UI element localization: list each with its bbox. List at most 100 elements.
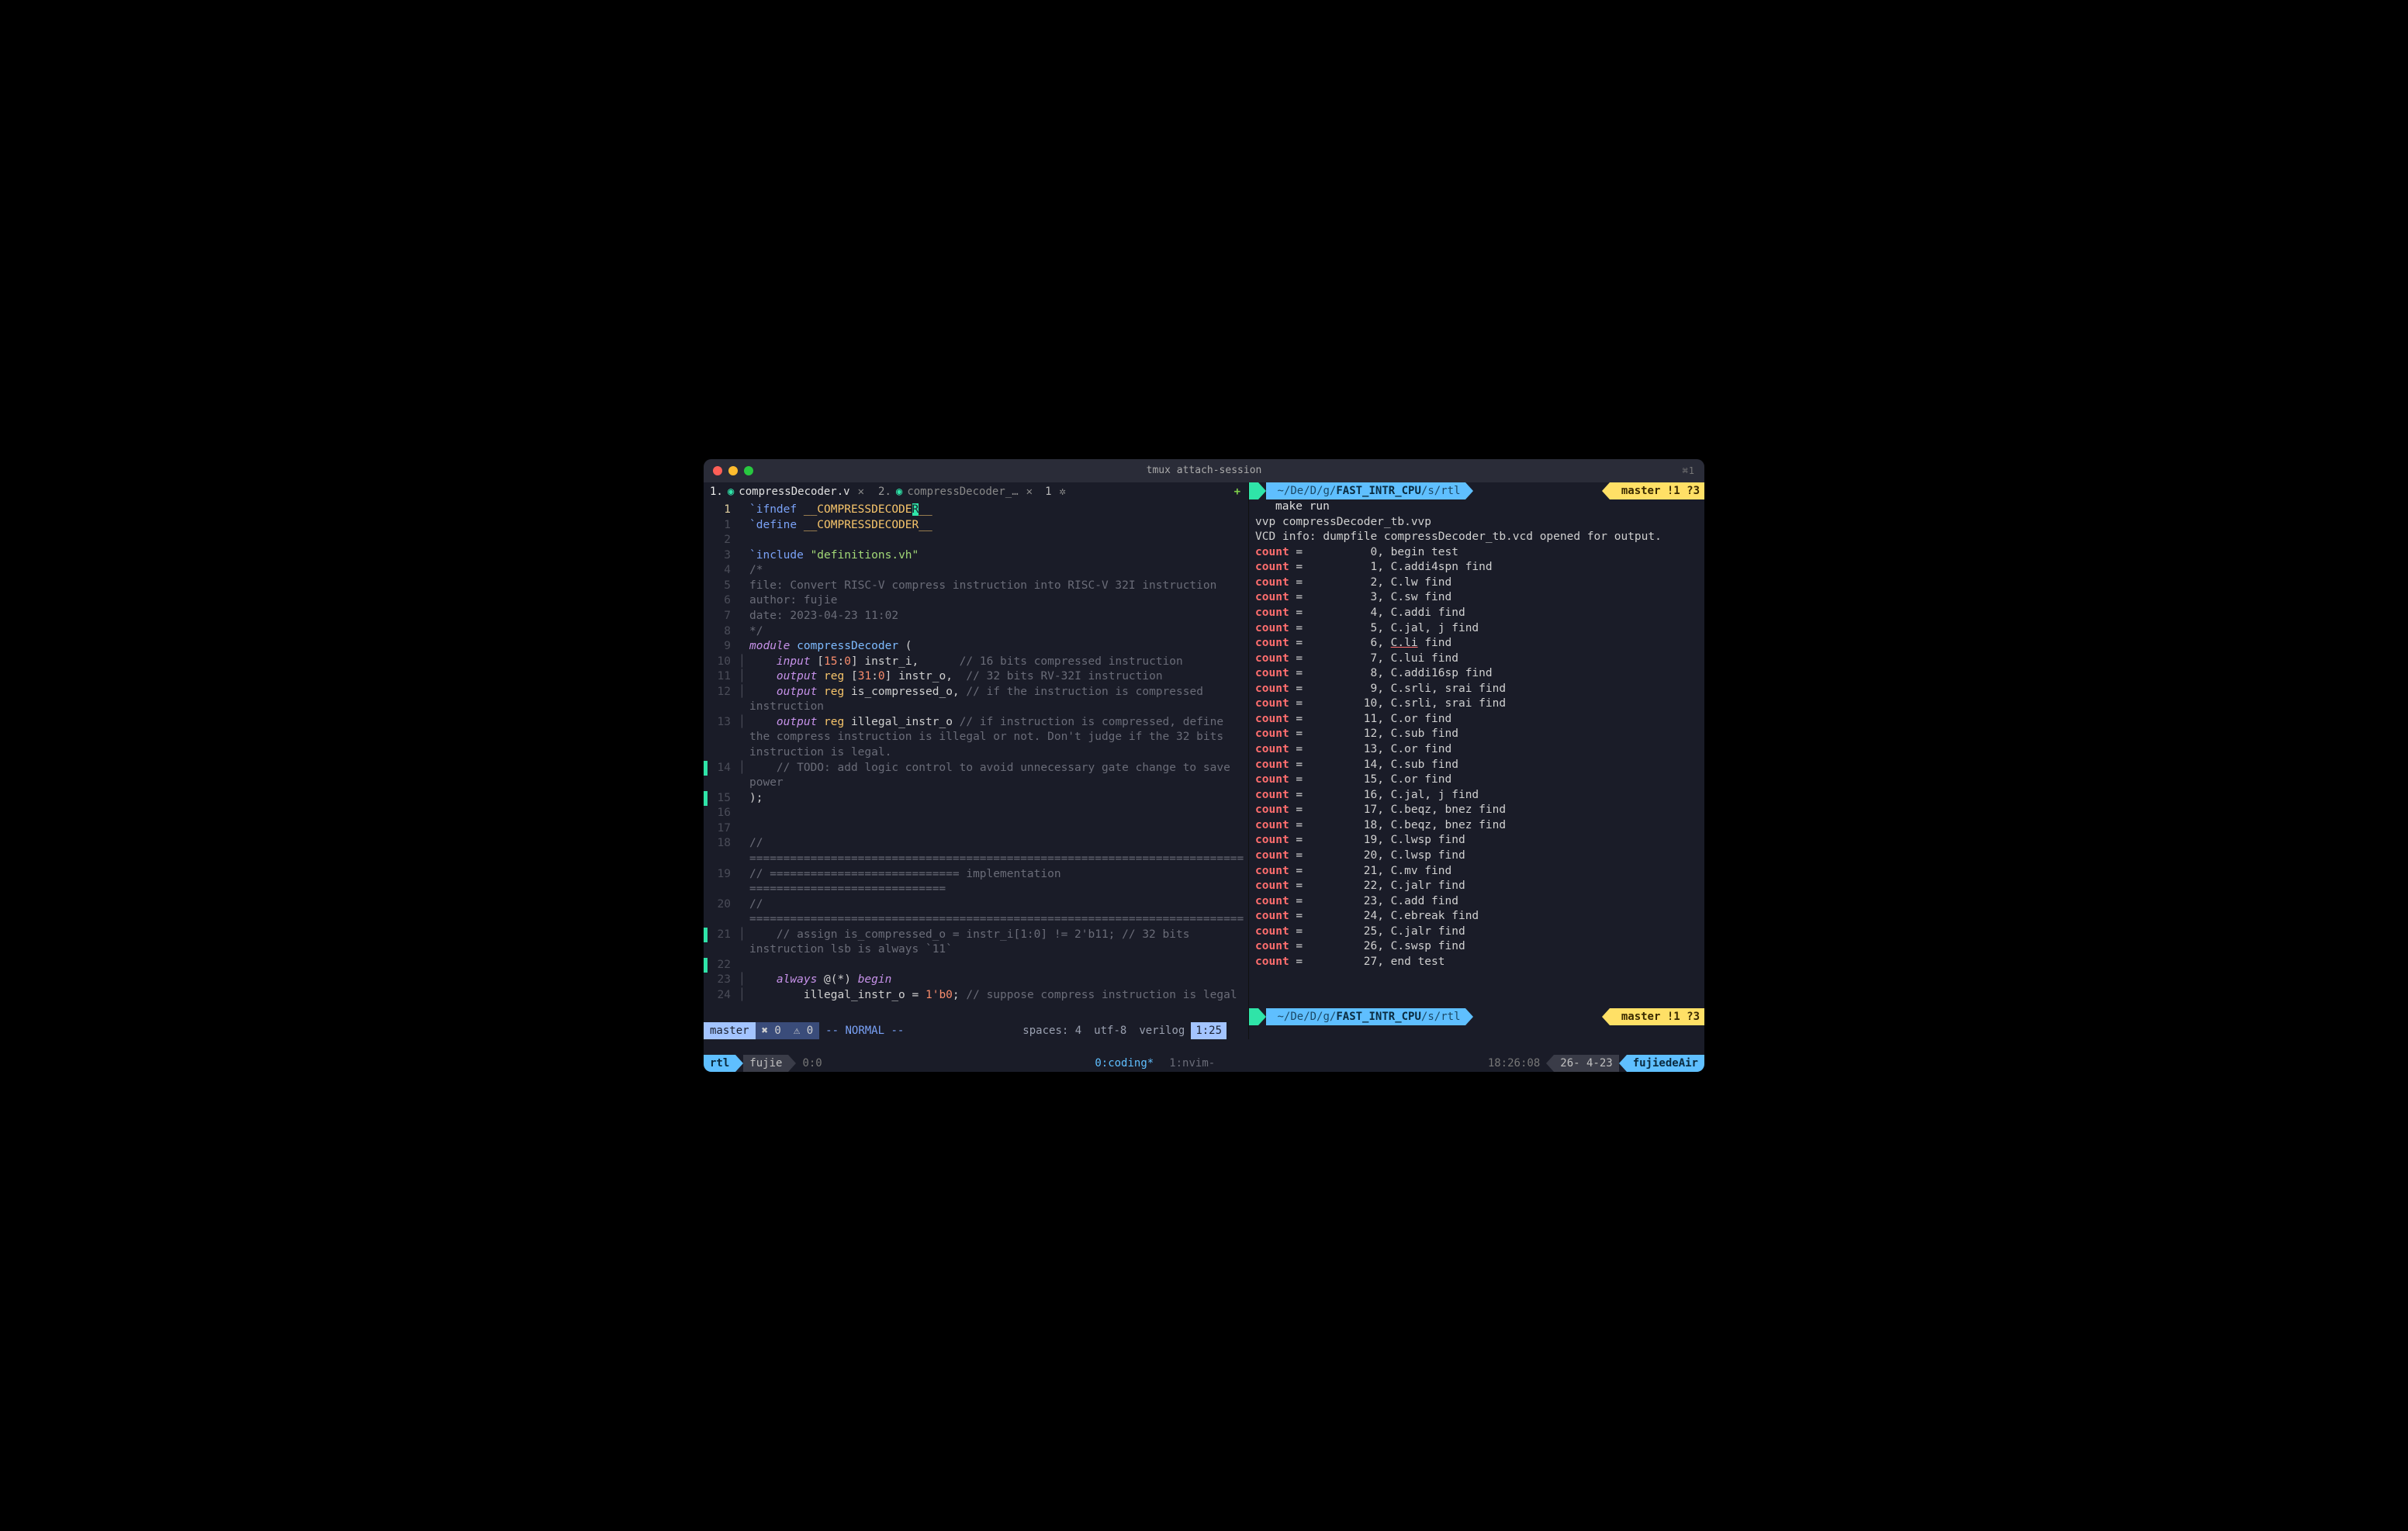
cursor-position: 1:25 [1191, 1022, 1226, 1039]
line-number [708, 776, 739, 791]
tmux-user: fujie [743, 1055, 788, 1072]
line-number [708, 852, 739, 867]
editor-line[interactable]: instruction [704, 700, 1248, 715]
code-text: module compressDecoder ( [749, 639, 1248, 655]
terminal-line: count = 5, C.jal, j find [1255, 621, 1700, 637]
editor-body[interactable]: 1`ifndef __COMPRESSDECODER__1`define __C… [704, 501, 1248, 1022]
editor-line[interactable]: 10│ input [15:0] instr_i, // 16 bits com… [704, 655, 1248, 670]
editor-line[interactable]: 6author: fujie [704, 593, 1248, 609]
editor-line[interactable]: 9 module compressDecoder ( [704, 639, 1248, 655]
editor-line[interactable]: 20// [704, 897, 1248, 913]
new-tab-icon[interactable]: + [1226, 482, 1248, 501]
editor-line[interactable]: 5file: Convert RISC-V compress instructi… [704, 579, 1248, 594]
code-text: instruction lsb is always `11` [749, 942, 1248, 958]
fold-guide: │ [739, 761, 749, 776]
terminal-line: count = 13, C.or find [1255, 742, 1700, 758]
code-text [749, 533, 1248, 548]
editor-line[interactable]: 17 [704, 821, 1248, 837]
line-number: 15 [708, 791, 739, 807]
tab-settings-icon[interactable]: ✲ [1057, 482, 1069, 501]
fold-guide: │ [739, 669, 749, 685]
editor-line[interactable]: 24│ illegal_instr_o = 1'b0; // suppose c… [704, 988, 1248, 1004]
cwd-path: ~/De/D/g/FAST_INTR_CPU/s/rtl [1266, 1008, 1465, 1025]
editor-line[interactable]: 3`include "definitions.vh" [704, 548, 1248, 564]
editor-line[interactable]: 22 [704, 958, 1248, 973]
editor-line[interactable]: power [704, 776, 1248, 791]
editor-line[interactable]: 11│ output reg [31:0] instr_o, // 32 bit… [704, 669, 1248, 685]
fold-guide [739, 821, 749, 837]
tmux-window-active[interactable]: 0:coding* [1095, 1056, 1154, 1071]
fold-guide [739, 563, 749, 579]
line-number [708, 882, 739, 897]
close-tab-icon[interactable]: ✕ [1026, 485, 1033, 499]
fold-guide [739, 806, 749, 821]
editor-line[interactable]: ========================================… [704, 912, 1248, 928]
editor-line[interactable]: 23│ always @(*) begin [704, 973, 1248, 988]
terminal-line: count = 3, C.sw find [1255, 590, 1700, 606]
editor-line[interactable]: 19// ============================ implem… [704, 867, 1248, 883]
code-text: output reg illegal_instr_o // if instruc… [749, 715, 1248, 731]
terminal-line: count = 18, C.beqz, bnez find [1255, 818, 1700, 834]
terminal-line: count = 11, C.or find [1255, 712, 1700, 727]
editor-line[interactable]: 14│ // TODO: add logic control to avoid … [704, 761, 1248, 776]
editor-line[interactable]: 15); [704, 791, 1248, 807]
editor-line[interactable]: 1`ifndef __COMPRESSDECODER__ [704, 503, 1248, 518]
fold-guide [739, 639, 749, 655]
line-number: 21 [708, 928, 739, 943]
editor-line[interactable]: ========================================… [704, 852, 1248, 867]
terminal-line: count = 19, C.lwsp find [1255, 833, 1700, 848]
editor-line[interactable]: 8 */ [704, 624, 1248, 640]
code-text: the compress instruction is illegal or n… [749, 730, 1248, 745]
line-number: 8 [708, 624, 739, 640]
code-text: */ [749, 624, 1248, 640]
fold-guide: │ [739, 685, 749, 700]
code-text: ============================= [749, 882, 1248, 897]
fold-guide [739, 897, 749, 913]
terminal-pane[interactable]: ~/De/D/g/FAST_INTR_CPU/s/rtl master !1 ?… [1249, 482, 1704, 1039]
line-number: 14 [708, 761, 739, 776]
line-number: 24 [708, 988, 739, 1004]
line-number: 9 [708, 639, 739, 655]
terminal-line: make run [1255, 499, 1700, 515]
terminal-line: count = 21, C.mv find [1255, 864, 1700, 880]
editor-line[interactable]: 1`define __COMPRESSDECODER__ [704, 518, 1248, 534]
terminal-line: count = 26, C.swsp find [1255, 939, 1700, 955]
tab-active[interactable]: 1. ◉ compressDecoder.v ✕ [704, 482, 872, 501]
editor-line[interactable]: 16 [704, 806, 1248, 821]
fold-guide [739, 836, 749, 852]
terminal-line: count = 25, C.jalr find [1255, 924, 1700, 940]
terminal-line: count = 24, C.ebreak find [1255, 909, 1700, 924]
file-icon: ◉ [728, 485, 734, 499]
fold-guide [739, 912, 749, 928]
fold-guide [739, 593, 749, 609]
line-number [708, 730, 739, 745]
editor-line[interactable]: ============================= [704, 882, 1248, 897]
editor-line[interactable]: 12│ output reg is_compressed_o, // if th… [704, 685, 1248, 700]
editor-line[interactable]: instruction lsb is always `11` [704, 942, 1248, 958]
editor-line[interactable]: 4/* [704, 563, 1248, 579]
editor-line[interactable]: 21│ // assign is_compressed_o = instr_i[… [704, 928, 1248, 943]
tab-index: 1. [710, 485, 723, 499]
fold-guide: │ [739, 988, 749, 1004]
tab-index: 2. [878, 485, 891, 499]
vim-mode: -- NORMAL -- [819, 1024, 910, 1039]
line-number: 12 [708, 685, 739, 700]
editor-line[interactable]: 2 [704, 533, 1248, 548]
line-number: 18 [708, 836, 739, 852]
close-tab-icon[interactable]: ✕ [858, 485, 864, 499]
editor-line[interactable]: 18// [704, 836, 1248, 852]
tab-inactive[interactable]: 2. ◉ compressDecoder_… ✕ [872, 482, 1040, 501]
editor-line[interactable]: 7date: 2023-04-23 11:02 [704, 609, 1248, 624]
editor-line[interactable]: 13│ output reg illegal_instr_o // if ins… [704, 715, 1248, 731]
terminal-line: count = 23, C.add find [1255, 894, 1700, 910]
tmux-window-inactive[interactable]: 1:nvim- [1169, 1056, 1215, 1071]
tmux-pane: 0:0 [796, 1055, 828, 1072]
line-number: 23 [708, 973, 739, 988]
editor-line[interactable]: the compress instruction is illegal or n… [704, 730, 1248, 745]
git-status: master !1 ?3 [1610, 482, 1704, 499]
editor-line[interactable]: instruction is legal. [704, 745, 1248, 761]
fold-guide [739, 942, 749, 958]
line-number: 10 [708, 655, 739, 670]
line-number: 3 [708, 548, 739, 564]
tmux-session[interactable]: rtl [704, 1055, 735, 1072]
